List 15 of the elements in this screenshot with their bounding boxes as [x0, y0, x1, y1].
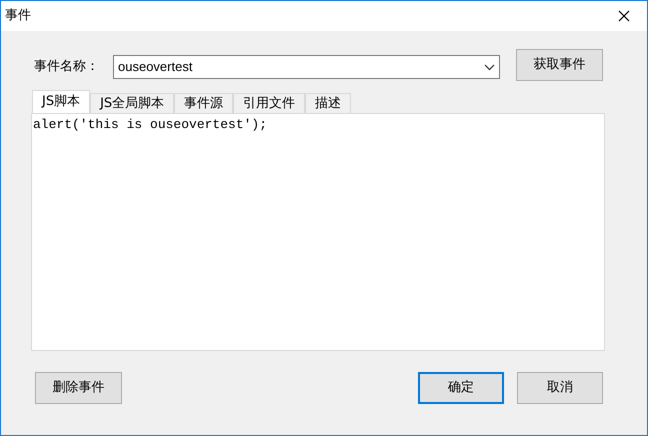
tab[interactable]: 引用文件	[233, 93, 306, 113]
tab[interactable]: 事件源	[174, 93, 234, 113]
script-editor[interactable]: alert('this is ouseovertest');	[31, 113, 605, 351]
fetch-events-button[interactable]: 获取事件	[516, 49, 603, 81]
cancel-button[interactable]: 取消	[517, 372, 603, 404]
delete-event-button[interactable]: 删除事件	[35, 372, 122, 404]
chevron-down-icon	[484, 64, 495, 70]
tab[interactable]: JS脚本	[32, 90, 90, 113]
ok-button[interactable]: 确定	[418, 372, 504, 404]
tab[interactable]: 描述	[305, 93, 352, 113]
field-label: 事件名称：	[34, 58, 100, 76]
close-icon	[618, 10, 630, 22]
tab[interactable]: JS全局脚本	[90, 93, 174, 113]
event-name-dropdown[interactable]: ouseovertest	[113, 55, 500, 79]
window-title: 事件	[5, 7, 31, 26]
